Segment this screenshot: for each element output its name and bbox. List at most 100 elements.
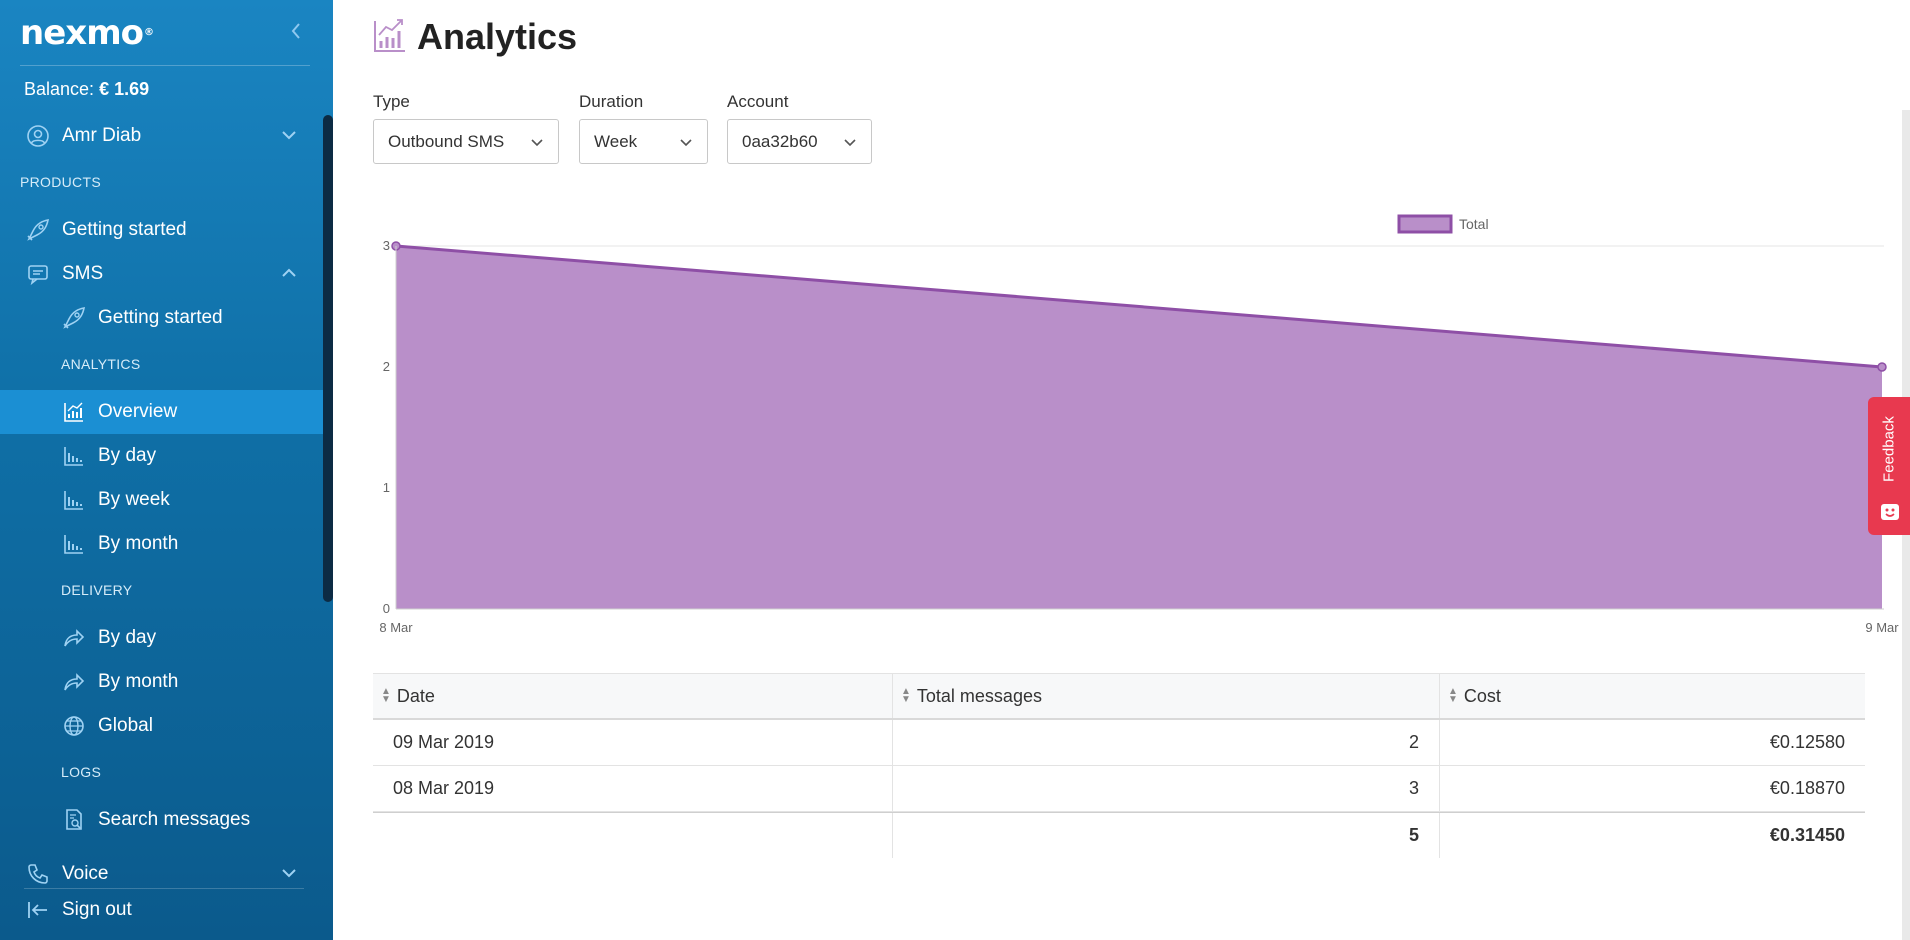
table-totals-row: 5 €0.31450	[373, 812, 1865, 858]
duration-label: Duration	[579, 92, 644, 111]
sidebar-item-label: By day	[98, 445, 157, 466]
user-circle-icon	[24, 122, 52, 150]
chevron-down-icon	[679, 134, 693, 154]
sidebar-item-label: Overview	[98, 401, 178, 422]
totals-label-cell	[373, 813, 893, 858]
account-select[interactable]: 0aa32b60	[727, 119, 872, 164]
sidebar-item-delivery-by-day[interactable]: By day	[0, 616, 323, 660]
sidebar-item-sms-getting-started[interactable]: Getting started	[0, 296, 323, 340]
chevron-down-icon	[843, 134, 857, 154]
table-row: 08 Mar 2019 3 €0.18870	[373, 766, 1865, 812]
sidebar-item-delivery-global[interactable]: Global	[0, 704, 323, 748]
cost-cell: €0.18870	[1769, 778, 1845, 798]
sidebar-item-label: SMS	[62, 263, 104, 284]
sidebar-item-label: Getting started	[62, 219, 187, 240]
column-header-cost[interactable]: ▲ ▼ Cost	[1440, 674, 1865, 718]
legend-swatch	[1397, 214, 1453, 234]
table-row: 09 Mar 2019 2 €0.12580	[373, 720, 1865, 766]
section-products: PRODUCTS	[20, 174, 101, 190]
column-header-label: Date	[396, 685, 435, 706]
bar-chart-icon	[60, 442, 88, 470]
balance: Balance: € 1.69	[24, 79, 149, 100]
column-header-date[interactable]: ▲ ▼ Date	[373, 674, 893, 718]
cost-cell: €0.12580	[1769, 732, 1845, 752]
sign-out-icon	[24, 896, 52, 924]
sidebar-item-label: By month	[98, 533, 179, 554]
sidebar-item-overview[interactable]: Overview	[0, 390, 323, 434]
total-messages-sum: 5	[893, 813, 1440, 858]
column-header-label: Cost	[1463, 685, 1501, 706]
x-tick-label: 8 Mar	[379, 620, 413, 635]
collapse-sidebar-icon[interactable]	[290, 20, 302, 46]
account-label: Account	[727, 92, 789, 111]
duration-select-value: Week	[594, 131, 638, 151]
main-content: Analytics Type Outbound SMS Duration Wee…	[333, 0, 1910, 940]
page-header: Analytics	[373, 16, 577, 58]
sign-out-button[interactable]: Sign out	[0, 888, 323, 932]
type-filter: Type Outbound SMS	[373, 92, 559, 164]
chevron-up-icon	[281, 263, 297, 289]
total-messages-cell: 2	[893, 720, 1440, 765]
sidebar-item-label: Global	[98, 715, 153, 736]
sidebar-item-search-messages[interactable]: Search messages	[0, 798, 323, 842]
data-point	[1877, 362, 1887, 372]
balance-label: Balance:	[24, 79, 95, 99]
sidebar-item-label: By month	[98, 671, 179, 692]
section-delivery: DELIVERY	[61, 582, 133, 598]
analytics-table: ▲ ▼ Date ▲ ▼ Total messages ▲ ▼ Cost 09 Mar…	[373, 673, 1865, 858]
nexmo-logo[interactable]: nexmo®	[20, 13, 154, 53]
y-tick-label: 0	[383, 601, 390, 616]
total-messages-cell: 3	[893, 766, 1440, 811]
balance-value: € 1.69	[99, 79, 150, 99]
chat-icon	[24, 260, 52, 288]
bar-chart-icon	[60, 486, 88, 514]
feedback-label: Feedback	[1880, 416, 1898, 482]
series-area	[396, 246, 1882, 609]
y-tick-label: 1	[383, 480, 390, 495]
account-filter: Account 0aa32b60	[727, 92, 872, 164]
user-menu[interactable]: Amr Diab	[0, 114, 323, 158]
analytics-chart-icon	[373, 17, 407, 58]
sidebar-item-analytics-by-day[interactable]: By day	[0, 434, 323, 478]
logo-row: nexmo®	[20, 14, 310, 66]
page-title: Analytics	[417, 16, 578, 57]
rocket-icon	[60, 304, 88, 332]
section-logs: LOGS	[61, 764, 102, 780]
sidebar-item-label: Search messages	[98, 809, 251, 830]
bar-chart-icon	[60, 530, 88, 558]
sidebar-item-label: By week	[98, 489, 170, 510]
feedback-tab[interactable]: Feedback	[1868, 397, 1910, 535]
line-chart-icon	[60, 398, 88, 426]
sidebar-item-getting-started[interactable]: Getting started	[0, 208, 323, 252]
sidebar-item-analytics-by-month[interactable]: By month	[0, 522, 323, 566]
y-tick-label: 3	[383, 238, 390, 253]
chevron-down-icon	[530, 134, 544, 154]
globe-icon	[60, 712, 88, 740]
sidebar-item-analytics-by-week[interactable]: By week	[0, 478, 323, 522]
sort-icon: ▲ ▼	[1448, 686, 1458, 705]
sidebar-item-delivery-by-month[interactable]: By month	[0, 660, 323, 704]
date-cell: 08 Mar 2019	[373, 766, 893, 811]
rocket-icon	[24, 216, 52, 244]
column-header-total-messages[interactable]: ▲ ▼ Total messages	[893, 674, 1440, 718]
feedback-face-icon	[1880, 503, 1900, 526]
chevron-down-icon	[281, 863, 297, 889]
table-header-row: ▲ ▼ Date ▲ ▼ Total messages ▲ ▼ Cost	[373, 673, 1865, 720]
section-analytics: ANALYTICS	[61, 356, 141, 372]
sidebar-item-label: Getting started	[98, 307, 223, 328]
duration-select[interactable]: Week	[579, 119, 708, 164]
sort-icon: ▲ ▼	[381, 686, 391, 705]
search-document-icon	[60, 806, 88, 834]
user-name: Amr Diab	[62, 125, 142, 146]
date-cell: 09 Mar 2019	[373, 720, 893, 765]
phone-icon	[24, 860, 52, 888]
sidebar-item-label: By day	[98, 627, 157, 648]
type-select[interactable]: Outbound SMS	[373, 119, 559, 164]
total-cost-sum: €0.31450	[1769, 825, 1845, 845]
account-select-value: 0aa32b60	[742, 131, 818, 151]
legend-label: Total	[1459, 216, 1489, 232]
sidebar-item-sms[interactable]: SMS	[0, 252, 323, 296]
sidebar-scrollbar[interactable]	[323, 115, 333, 602]
duration-filter: Duration Week	[579, 92, 708, 164]
type-label: Type	[373, 92, 410, 111]
